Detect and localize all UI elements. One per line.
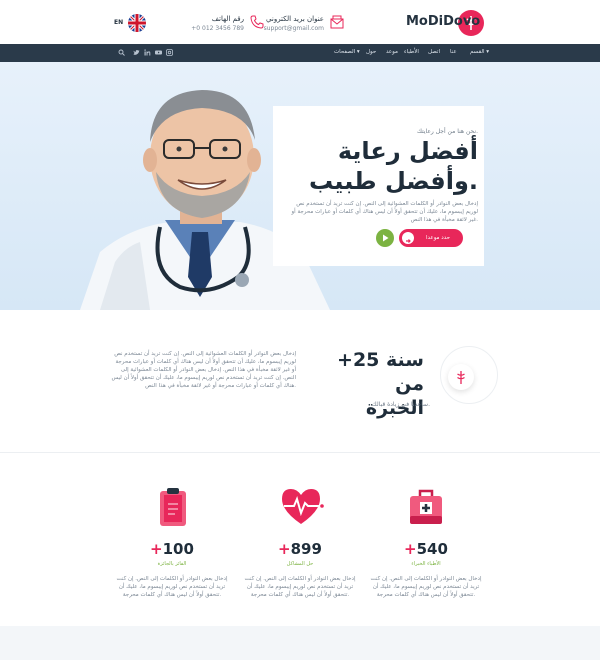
stat-label-awards: الفائز بالجائزة [157,561,187,567]
hero-subtitle: نحن هنا من أجل رعايتك. [416,128,478,135]
linkedin-icon[interactable] [144,49,151,56]
stat-text-doctors: إدخال بعض النوادر أو الكلمات إلى النص. إ… [370,576,482,598]
twitter-icon[interactable] [133,49,140,56]
stat-value: 540 [416,540,448,558]
stat-text-awards: إدخال بعض النوادر أو الكلمات إلى النص. إ… [116,576,228,598]
logo-text[interactable]: MoDiDovo [406,14,480,29]
make-appointment-label: حدد موعدا [426,235,450,241]
first-aid-kit-icon [408,488,444,528]
nav-item-pages[interactable]: الصفحات ▾ [334,49,360,55]
hero-title-line-1: أفضل رعاية [337,137,478,165]
experience-title-line-2: الخبرة [365,397,424,419]
phone-label: رقم الهاتف [211,15,244,23]
stat-text-problems: إدخال بعض النوادر أو الكلمات إلى النص. إ… [244,576,356,598]
phone-value[interactable]: +0 012 3456 789 [184,25,244,32]
hero-text: إدخال بعض النوادر أو الكلمات العشوائية إ… [291,201,478,223]
hero-title: أفضل رعاية وأفضل طبيب. [290,136,478,196]
stat-label-problems: حل المشاكل [286,561,314,567]
language-label[interactable]: EN [114,19,123,26]
appointment-arrow-icon [402,232,414,244]
stat-number-doctors: +540 [366,540,486,558]
next-section [0,626,600,660]
nav-item-appointment[interactable]: موعد [386,49,398,55]
caduceus-icon [448,364,474,390]
youtube-icon[interactable] [155,49,162,56]
email-icon [330,14,344,29]
experience-title: +25 سنة من الخبرة [310,348,424,420]
stat-value: 899 [290,540,322,558]
stat-number-awards: +100 [112,540,232,558]
experience-title-line-1: +25 سنة من [337,349,424,395]
experience-note: ساعدنا في زيادة قبالك. [371,401,430,408]
nav-item-doctors[interactable]: الأطباء [404,49,419,55]
experience-text: إدخال بعض النوادر أو الكلمات العشوائية إ… [111,351,296,389]
nav-item-about-us[interactable]: عنا [450,49,457,55]
play-video-button[interactable] [376,229,394,247]
instagram-icon[interactable] [166,49,173,56]
section-divider [0,452,600,453]
main-nav [0,44,600,62]
play-icon [383,234,389,242]
stat-plus: + [150,540,163,558]
stat-label-doctors: الأطباء الخبراء [411,561,441,567]
stat-plus: + [278,540,291,558]
heart-pulse-icon [278,486,324,526]
hero-title-line-2: وأفضل طبيب. [308,167,478,195]
nav-item-department[interactable]: القسم ▾ [470,49,489,55]
stat-value: 100 [162,540,194,558]
nav-item-about[interactable]: حول [366,49,376,55]
stat-number-problems: +899 [240,540,360,558]
uk-flag-icon[interactable] [128,14,146,32]
phone-icon [250,14,264,29]
clipboard-icon [158,486,188,528]
search-icon[interactable] [118,49,125,56]
stat-plus: + [404,540,417,558]
nav-item-contact[interactable]: اتصل [428,49,440,55]
